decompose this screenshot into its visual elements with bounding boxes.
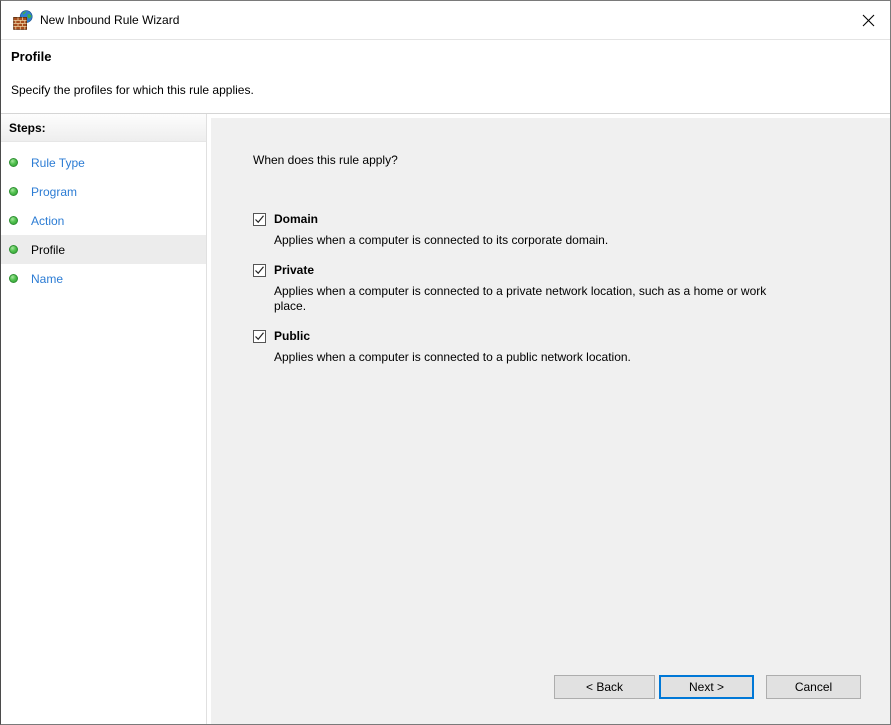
sidebar-item-rule-type[interactable]: Rule Type	[1, 148, 206, 177]
profile-option-private: Private Applies when a computer is conne…	[253, 263, 861, 314]
profile-option-public: Public Applies when a computer is connec…	[253, 329, 861, 365]
main-area: Steps: Rule Type Program Action Profile	[1, 114, 890, 724]
checkmark-icon	[254, 214, 265, 225]
page-header: Profile Specify the profiles for which t…	[1, 40, 890, 114]
sidebar-item-name[interactable]: Name	[1, 264, 206, 293]
step-label: Profile	[31, 243, 65, 257]
close-button[interactable]	[852, 4, 884, 36]
sidebar-item-action[interactable]: Action	[1, 206, 206, 235]
public-description: Applies when a computer is connected to …	[274, 350, 786, 365]
step-complete-icon	[9, 187, 18, 196]
step-label: Program	[31, 185, 77, 199]
cancel-button[interactable]: Cancel	[766, 675, 861, 699]
profile-option-domain: Domain Applies when a computer is connec…	[253, 212, 861, 248]
step-complete-icon	[9, 274, 18, 283]
window-title: New Inbound Rule Wizard	[40, 13, 179, 27]
steps-list: Rule Type Program Action Profile Name	[1, 148, 206, 293]
domain-checkbox-label[interactable]: Domain	[274, 212, 318, 226]
steps-sidebar: Steps: Rule Type Program Action Profile	[1, 114, 207, 724]
step-complete-icon	[9, 216, 18, 225]
next-button[interactable]: Next >	[659, 675, 754, 699]
step-complete-icon	[9, 158, 18, 167]
step-label: Action	[31, 214, 64, 228]
public-checkbox-label[interactable]: Public	[274, 329, 310, 343]
page-subtitle: Specify the profiles for which this rule…	[11, 83, 880, 97]
sidebar-item-profile[interactable]: Profile	[1, 235, 206, 264]
back-button[interactable]: < Back	[554, 675, 655, 699]
title-bar: New Inbound Rule Wizard	[1, 1, 890, 40]
page-title: Profile	[11, 49, 880, 64]
public-checkbox[interactable]	[253, 330, 266, 343]
close-icon	[861, 13, 876, 28]
wizard-button-row: < Back Next > Cancel	[253, 675, 861, 699]
domain-description: Applies when a computer is connected to …	[274, 233, 786, 248]
private-description: Applies when a computer is connected to …	[274, 284, 786, 314]
content-panel: When does this rule apply? Domain Applie…	[211, 118, 890, 724]
checkmark-icon	[254, 265, 265, 276]
firewall-icon	[13, 10, 33, 30]
question-text: When does this rule apply?	[253, 153, 861, 167]
sidebar-item-program[interactable]: Program	[1, 177, 206, 206]
step-label: Rule Type	[31, 156, 85, 170]
private-checkbox-label[interactable]: Private	[274, 263, 314, 277]
step-label: Name	[31, 272, 63, 286]
checkmark-icon	[254, 331, 265, 342]
steps-heading: Steps:	[1, 114, 206, 142]
step-complete-icon	[9, 245, 18, 254]
private-checkbox[interactable]	[253, 264, 266, 277]
wizard-window: New Inbound Rule Wizard Profile Specify …	[0, 0, 891, 725]
domain-checkbox[interactable]	[253, 213, 266, 226]
